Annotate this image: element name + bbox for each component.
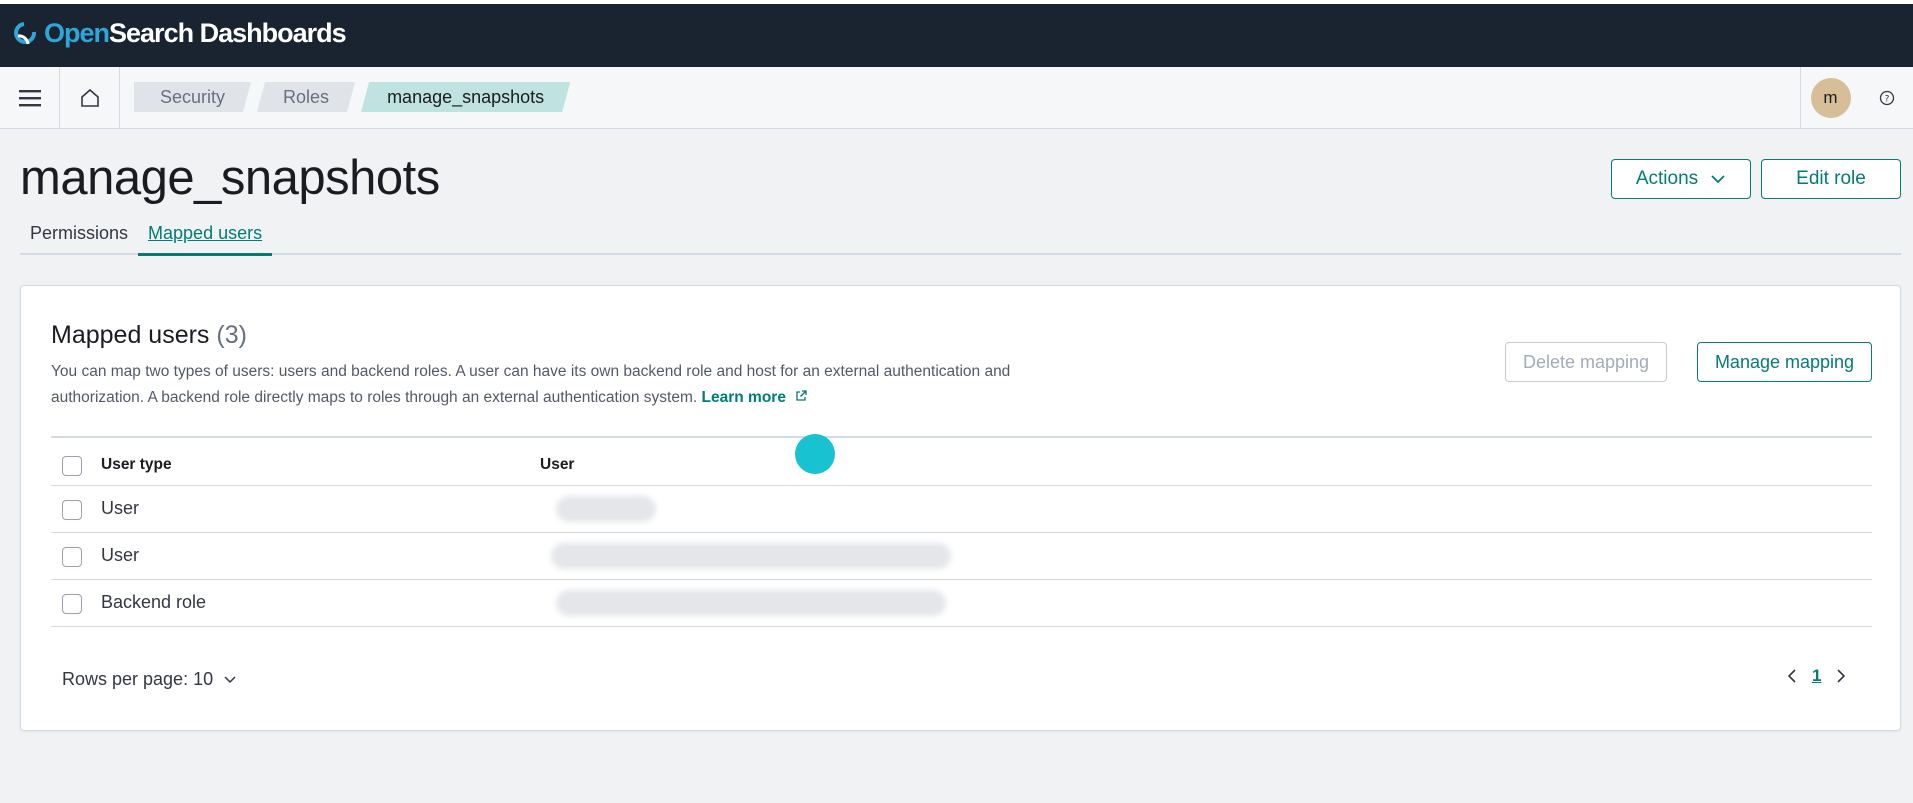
edit-role-button[interactable]: Edit role bbox=[1761, 159, 1901, 199]
mapped-users-panel: Mapped users (3) You can map two types o… bbox=[20, 285, 1901, 731]
table-row: Backend role bbox=[51, 580, 1872, 627]
select-all-checkbox[interactable] bbox=[62, 456, 82, 476]
redacted-user bbox=[551, 543, 951, 569]
divider bbox=[51, 436, 1872, 438]
actions-button[interactable]: Actions bbox=[1611, 159, 1751, 199]
opensearch-logo[interactable]: Open Search Dashboards bbox=[12, 18, 347, 49]
actions-label: Actions bbox=[1635, 168, 1699, 189]
tabs: Permissions Mapped users bbox=[20, 220, 1901, 256]
rows-per-page-selector[interactable]: Rows per page: 10 bbox=[62, 669, 237, 690]
cursor-indicator bbox=[795, 434, 835, 474]
rows-per-page-label: Rows per page: 10 bbox=[62, 669, 214, 689]
description-text: You can map two types of users: users an… bbox=[51, 363, 1011, 406]
row-checkbox[interactable] bbox=[62, 594, 82, 614]
brand-rest: Search Dashboards bbox=[109, 18, 347, 48]
breadcrumb-current: manage_snapshots bbox=[361, 82, 570, 112]
external-link-icon bbox=[796, 390, 807, 401]
row-checkbox[interactable] bbox=[62, 547, 82, 567]
column-header-user-type[interactable]: User type bbox=[101, 456, 172, 474]
page-1-link[interactable]: 1 bbox=[1812, 666, 1821, 686]
delete-mapping-button[interactable]: Delete mapping bbox=[1505, 342, 1667, 382]
help-icon: ? bbox=[1879, 90, 1894, 106]
breadcrumb-roles[interactable]: Roles bbox=[257, 82, 355, 112]
home-icon bbox=[80, 88, 99, 107]
panel-description: You can map two types of users: users an… bbox=[51, 359, 1051, 411]
breadcrumb-security[interactable]: Security bbox=[134, 82, 251, 112]
home-button[interactable] bbox=[60, 67, 120, 129]
mapped-users-table: User type User User User Backend role bbox=[51, 444, 1872, 627]
table-row: User bbox=[51, 533, 1872, 580]
table-row: User bbox=[51, 486, 1872, 533]
cell-user-type: User bbox=[101, 498, 140, 518]
header-bar: Security Roles manage_snapshots m ? bbox=[0, 67, 1913, 129]
chevron-down-icon bbox=[1711, 175, 1725, 184]
brand-open: Open bbox=[44, 18, 110, 48]
panel-title: Mapped users (3) bbox=[51, 321, 247, 350]
user-menu[interactable]: m bbox=[1800, 67, 1860, 129]
chevron-down-icon bbox=[224, 676, 236, 684]
manage-mapping-button[interactable]: Manage mapping bbox=[1697, 342, 1872, 382]
avatar[interactable]: m bbox=[1810, 78, 1851, 118]
menu-button[interactable] bbox=[0, 67, 60, 129]
svg-text:?: ? bbox=[1884, 95, 1889, 105]
column-header-user[interactable]: User bbox=[540, 456, 574, 474]
page-title: manage_snapshots bbox=[20, 151, 440, 205]
redacted-user bbox=[556, 590, 946, 616]
hamburger-icon bbox=[18, 90, 41, 107]
cell-user-type: User bbox=[101, 545, 140, 565]
tab-mapped-users[interactable]: Mapped users bbox=[138, 220, 273, 256]
table-header-row: User type User bbox=[51, 444, 1872, 486]
learn-more-label: Learn more bbox=[701, 389, 786, 406]
opensearch-logo-icon bbox=[14, 21, 37, 44]
redacted-user bbox=[556, 496, 656, 522]
row-checkbox[interactable] bbox=[62, 500, 82, 520]
help-button[interactable]: ? bbox=[1860, 67, 1913, 129]
panel-title-text: Mapped users bbox=[51, 321, 210, 349]
previous-page-icon[interactable] bbox=[1786, 668, 1798, 684]
cell-user-type: Backend role bbox=[101, 592, 207, 612]
next-page-icon[interactable] bbox=[1835, 668, 1847, 684]
tab-permissions[interactable]: Permissions bbox=[20, 220, 138, 255]
breadcrumb: Security Roles manage_snapshots bbox=[134, 82, 576, 112]
learn-more-link[interactable]: Learn more bbox=[702, 389, 809, 406]
top-bar: Open Search Dashboards bbox=[0, 0, 1913, 67]
pagination: 1 bbox=[1786, 666, 1847, 686]
panel-title-count: (3) bbox=[216, 321, 247, 349]
